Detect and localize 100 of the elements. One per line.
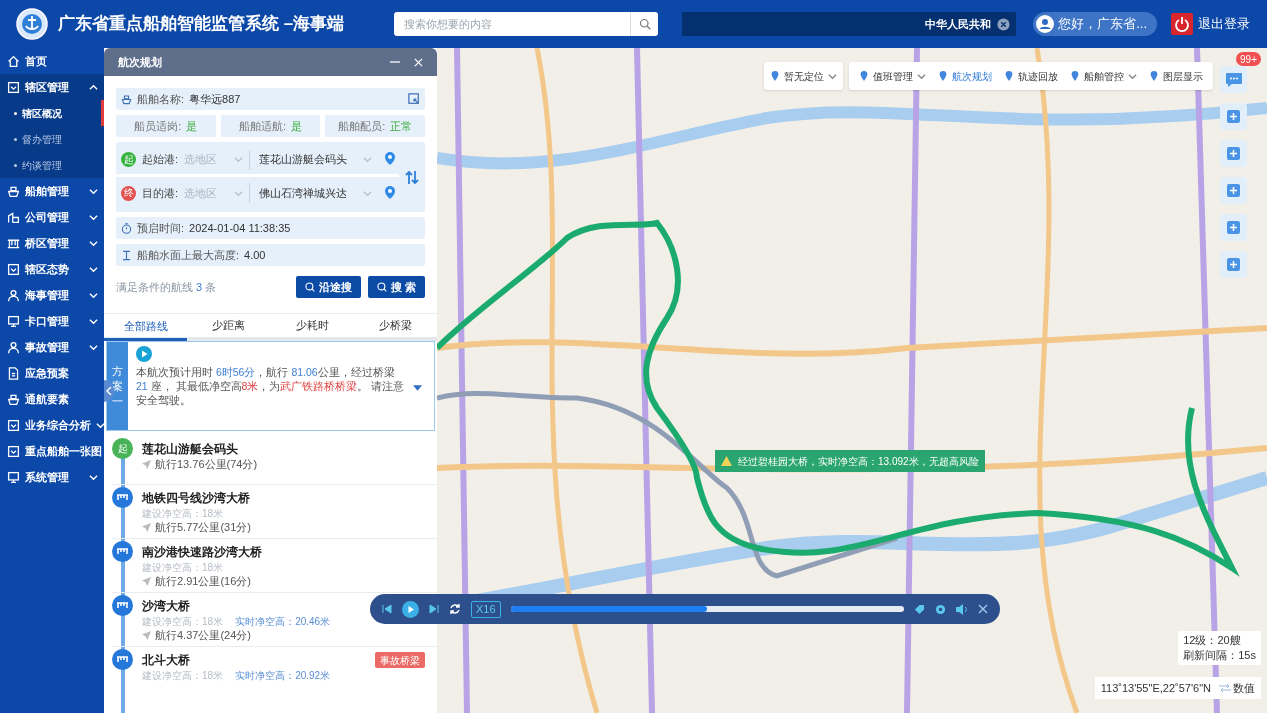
sidebar-menu-item[interactable]: 桥区管理 [0, 230, 104, 256]
field-label: 船舶名称: [137, 91, 185, 107]
sidebar-menu-item[interactable]: 辖区态势 [0, 256, 104, 282]
logout-button[interactable]: 退出登录 [1171, 13, 1251, 35]
map-toolbar-button[interactable]: 暂无定位 [764, 62, 843, 90]
play-button[interactable] [402, 600, 419, 618]
toolbar-icon [770, 71, 780, 81]
search-field[interactable]: 搜索你想要的内容 [394, 12, 631, 36]
status-value: 是 [186, 118, 198, 134]
route-tab[interactable]: 少距离 [187, 314, 271, 337]
toolbar-icon [1149, 71, 1159, 81]
replay-icon [449, 603, 461, 615]
collapse-handle[interactable] [104, 380, 114, 402]
tag-icon [914, 603, 925, 615]
sidebar-submenu-item[interactable]: 督办管理 [0, 126, 104, 152]
chevron-down-icon [828, 71, 837, 81]
ship-name-value: 粤华远887 [189, 91, 242, 107]
chevron-down-icon [1128, 71, 1137, 81]
search-along-route-button[interactable]: 沿途搜 [295, 276, 361, 298]
sidebar-menu-item[interactable]: 船舶管理 [0, 178, 104, 204]
ship-icon [121, 93, 132, 105]
user-menu[interactable]: 您好，广东省... [1033, 12, 1158, 36]
chevron-down-icon [89, 290, 98, 300]
field-label: 起始港: [142, 152, 179, 168]
tag-button[interactable] [914, 603, 925, 615]
field-label: 船舶水面上最大高度: [137, 247, 240, 263]
next-icon [429, 604, 439, 614]
toolbar-icon [859, 71, 869, 81]
next-button[interactable] [429, 604, 439, 614]
swap-icon [405, 169, 419, 185]
search-icon [376, 282, 387, 292]
toolbar-icon [938, 71, 948, 81]
previous-button[interactable] [382, 604, 392, 614]
port-select[interactable]: 佛山石湾禅城兴达 [256, 183, 373, 203]
monitor-icon [7, 470, 20, 484]
sidebar-menu-item[interactable]: 系统管理 [0, 464, 104, 490]
sidebar-menu-item[interactable]: 公司管理 [0, 204, 104, 230]
chevron-down-icon [89, 238, 98, 248]
sidebar-menu-item[interactable]: 辖区管理 [0, 74, 104, 100]
chevron-down-icon [234, 155, 244, 164]
plan-card[interactable]: 方案一 本航次预计用时 6时56分，航行 81.06公里，经过桥梁 21 座， 其最低净空高8米，为武广铁路桥桥梁。 请注意安全驾驶。 [106, 341, 435, 431]
volume-button[interactable] [956, 603, 968, 615]
sidebar-menu-item[interactable]: 海事管理 [0, 282, 104, 308]
stop-name: 北斗大桥 [142, 652, 190, 668]
stop-name: 南沙港快速路沙湾大桥 [142, 544, 262, 560]
sidebar-menu-item[interactable]: 通航要素 [0, 386, 104, 412]
status-label: 船舶配员: [338, 118, 386, 134]
value-toggle[interactable]: 数值 [1219, 679, 1255, 697]
route-tab[interactable]: 少耗时 [270, 314, 354, 337]
map-toolbar-button[interactable]: 值班管理 [853, 62, 932, 90]
port-marker: 起 [121, 152, 136, 167]
target-icon [935, 603, 946, 615]
swap-icon [1219, 684, 1231, 692]
search-icon [304, 282, 315, 292]
user-avatar-icon [1036, 15, 1055, 33]
map-toolbar-button[interactable]: 船舶管控 [1064, 62, 1143, 90]
leg-distance-text: 航行2.91公里(16分) [155, 574, 251, 589]
select-ship-icon [408, 93, 420, 105]
target-button[interactable] [935, 603, 946, 615]
port-marker: 终 [121, 185, 136, 201]
sidebar-menu-item[interactable]: 重点船舶一张图 [0, 438, 104, 464]
sidebar-submenu-item[interactable]: 约谈管理 [0, 152, 104, 178]
plan-summary: 本航次预计用时 6时56分，航行 81.06公里，经过桥梁 21 座， 其最低净空高8米，为武广铁路桥桥梁。 请注意安全驾驶。 [136, 365, 406, 407]
play-icon [136, 346, 152, 362]
accident-bridge-tag: 事故桥梁 [375, 652, 425, 668]
stop-name: 地铁四号线沙湾大桥 [142, 490, 250, 506]
sidebar-menu-item[interactable]: 应急预案 [0, 360, 104, 386]
field-value: 4.00 [244, 247, 266, 263]
speed-button[interactable]: X16 [471, 600, 501, 618]
leg-distance-text: 航行5.77公里(31分) [155, 520, 251, 535]
sidebar-menu-item[interactable]: 卡口管理 [0, 308, 104, 334]
search-icon [638, 18, 651, 30]
person-icon [7, 288, 20, 302]
sidebar-menu-item[interactable]: 事故管理 [0, 334, 104, 360]
close-button[interactable] [978, 604, 988, 614]
sidebar-menu-item[interactable]: 首页 [0, 48, 104, 74]
design-clearance-text: 建设净空高：18米 [142, 561, 224, 574]
close-icon [414, 57, 423, 67]
map-toolbar-button[interactable]: 轨迹回放 [998, 62, 1064, 90]
play-icon [402, 600, 419, 618]
chevron-down-icon [89, 472, 98, 482]
field-value: 2024-01-04 11:38:35 [189, 220, 291, 236]
map-toolbar-button[interactable]: 图层显示 [1143, 62, 1209, 90]
person-icon [7, 340, 20, 354]
sidebar-menu-item[interactable]: 业务综合分析 [0, 412, 104, 438]
toolbar-icon [1004, 71, 1014, 81]
progress-track[interactable] [510, 606, 904, 612]
chevron-down-icon [89, 316, 98, 326]
route-tab[interactable]: 少桥梁 [353, 314, 437, 337]
replay-button[interactable] [449, 603, 461, 615]
search-button[interactable]: 搜 索 [367, 276, 425, 298]
status-value: 正常 [390, 118, 413, 134]
map-toolbar-button[interactable]: 航次规划 [932, 62, 998, 90]
port-select[interactable]: 莲花山游艇会码头 [256, 149, 373, 170]
search-button[interactable] [630, 12, 659, 36]
panel-title: 航次规划 [118, 54, 163, 70]
map-placeholder[interactable] [437, 48, 1267, 713]
coordinates-text: 113˚13'55"E,22˚57'6"N [1100, 680, 1211, 696]
message-button[interactable] [1220, 66, 1247, 93]
leg-distance-text: 航行4.37公里(24分) [155, 628, 251, 643]
